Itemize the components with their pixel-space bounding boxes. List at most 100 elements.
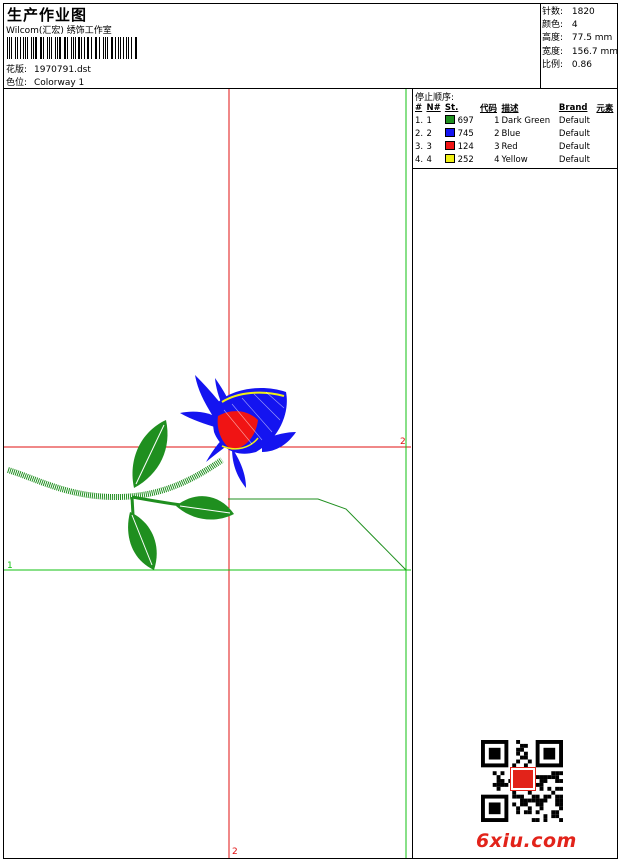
- qr-module: [516, 747, 521, 752]
- qr-module: [523, 798, 528, 803]
- qr-module: [504, 782, 509, 787]
- qr-module: [543, 814, 548, 819]
- qr-module: [523, 743, 528, 748]
- qr-module: [551, 790, 556, 795]
- qr-module: [516, 740, 521, 744]
- qr-module: [520, 802, 524, 807]
- qr-module: [520, 743, 524, 748]
- qr-module: [531, 798, 536, 803]
- qr-module: [555, 798, 560, 803]
- qr-module: [496, 775, 501, 780]
- qr-module: [555, 775, 560, 780]
- qr-module: [500, 779, 505, 783]
- qr-module: [555, 814, 560, 819]
- qr-module: [496, 786, 501, 791]
- rose-stem: [7, 457, 224, 501]
- qr-module: [523, 751, 528, 756]
- qr-module: [531, 818, 536, 822]
- qr-module: [516, 759, 521, 764]
- qr-module: [512, 802, 517, 807]
- qr-module: [555, 802, 560, 807]
- leaf-right: [176, 496, 234, 520]
- qr-module: [543, 798, 548, 803]
- qr-module: [551, 771, 556, 776]
- qr-module: [535, 818, 540, 822]
- qr-module: [523, 763, 528, 768]
- sepal-right: [232, 448, 246, 488]
- qr-module: [555, 794, 560, 799]
- qr-module: [496, 779, 501, 783]
- qr-module: [500, 782, 505, 787]
- site-logo: 6xiu.com: [476, 830, 577, 852]
- jump-stitch-trail: [228, 498, 407, 571]
- qr-module: [559, 818, 563, 822]
- axis-marker-1: 1: [7, 561, 13, 571]
- qr-module: [543, 794, 548, 799]
- qr-module: [492, 782, 497, 787]
- qr-module: [551, 775, 556, 780]
- qr-module: [559, 771, 563, 776]
- qr-module: [559, 798, 563, 803]
- qr-module: [527, 759, 532, 764]
- red-seal-icon: [510, 767, 536, 791]
- qr-module: [527, 810, 532, 815]
- qr-module: [539, 779, 544, 783]
- qr-module: [543, 818, 548, 822]
- qr-module: [531, 794, 536, 799]
- qr-module: [555, 779, 560, 783]
- qr-module: [523, 810, 528, 815]
- qr-module: [520, 747, 524, 752]
- qr-module: [488, 747, 501, 760]
- qr-module: [555, 786, 560, 791]
- qr-module: [559, 802, 563, 807]
- qr-module: [527, 806, 532, 811]
- qr-module: [547, 775, 552, 780]
- qr-module: [543, 775, 548, 780]
- qr-module: [496, 782, 501, 787]
- qr-module: [555, 810, 560, 815]
- qr-module: [488, 802, 501, 815]
- qr-module: [527, 790, 532, 795]
- qr-module: [520, 755, 524, 760]
- qr-module: [535, 794, 540, 799]
- qr-module: [555, 771, 560, 776]
- qr-module: [551, 810, 556, 815]
- qr-module: [512, 763, 517, 768]
- qr-module: [535, 810, 540, 815]
- qr-module: [512, 794, 517, 799]
- qr-module: [500, 771, 505, 776]
- qr-module: [559, 786, 563, 791]
- qr-module: [527, 798, 532, 803]
- qr-module: [539, 782, 544, 787]
- qr-module: [539, 786, 544, 791]
- qr-module: [543, 779, 548, 783]
- qr-module: [559, 779, 563, 783]
- rose-stem-branch-lower: [130, 496, 135, 516]
- axis-marker-2-right: 2: [400, 437, 406, 447]
- qr-module: [535, 802, 540, 807]
- qr-module: [539, 806, 544, 811]
- qr-module: [516, 794, 521, 799]
- qr-module: [559, 806, 563, 811]
- qr-module: [523, 802, 528, 807]
- qr-module: [523, 755, 528, 760]
- qr-module: [520, 798, 524, 803]
- qr-module: [535, 798, 540, 803]
- qr-module: [547, 794, 552, 799]
- qr-module: [512, 790, 517, 795]
- qr-module: [539, 798, 544, 803]
- qr-module: [535, 782, 540, 787]
- qr-module: [539, 775, 544, 780]
- qr-module: [535, 775, 540, 780]
- qr-module: [547, 786, 552, 791]
- qr-module: [543, 747, 556, 760]
- qr-module: [516, 751, 521, 756]
- qr-module: [516, 806, 521, 811]
- qr-module: [559, 794, 563, 799]
- qr-module: [551, 814, 556, 819]
- axis-marker-2-bottom: 2: [232, 847, 238, 857]
- qr-module: [520, 794, 524, 799]
- qr-module: [492, 771, 497, 776]
- qr-module: [516, 810, 521, 815]
- design-canvas: [4, 89, 411, 858]
